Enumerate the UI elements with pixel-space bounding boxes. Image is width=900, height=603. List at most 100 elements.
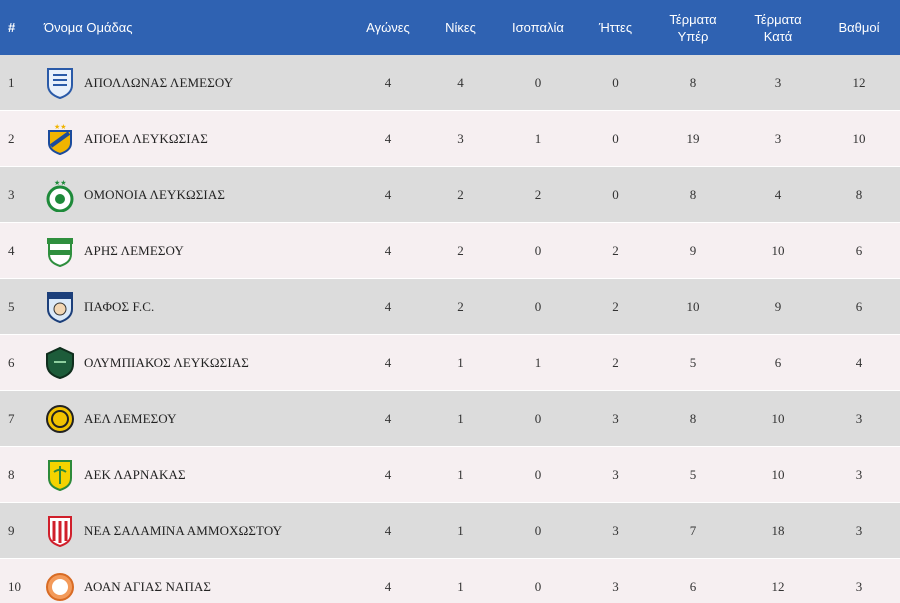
position-cell: 6 <box>0 334 38 391</box>
goals-against-cell: 6 <box>738 334 818 391</box>
table-row[interactable]: 2 ★★ ΑΠΟΕΛ ΛΕΥΚΩΣΙΑΣ 4 3 1 0 19 3 10 <box>0 110 900 167</box>
header-position[interactable]: # <box>0 0 38 55</box>
team-cell[interactable]: ΝΕΑ ΣΑΛΑΜΙΝΑ ΑΜΜΟΧΩΣΤΟΥ <box>38 502 348 559</box>
wins-cell: 1 <box>428 446 493 503</box>
wins-cell: 2 <box>428 278 493 335</box>
team-name[interactable]: ΑΕΚ ΛΑΡΝΑΚΑΣ <box>84 467 186 483</box>
position-cell: 10 <box>0 558 38 603</box>
team-name[interactable]: ΟΜΟΝΟΙΑ ΛΕΥΚΩΣΙΑΣ <box>84 187 225 203</box>
olympiakos-logo-icon <box>44 345 76 381</box>
goals-against-cell: 9 <box>738 278 818 335</box>
draws-cell: 0 <box>493 278 583 335</box>
points-cell: 8 <box>818 166 900 223</box>
goals-for-cell: 8 <box>648 166 738 223</box>
header-goals-against-line2: Κατά <box>763 28 793 44</box>
table-row[interactable]: 7 ΑΕΛ ΛΕΜΕΣΟΥ 4 1 0 3 8 10 3 <box>0 390 900 447</box>
header-played[interactable]: Αγώνες <box>348 0 428 55</box>
team-cell[interactable]: ΟΛΥΜΠΙΑΚΟΣ ΛΕΥΚΩΣΙΑΣ <box>38 334 348 391</box>
goals-against-cell: 4 <box>738 166 818 223</box>
team-name[interactable]: ΑΕΛ ΛΕΜΕΣΟΥ <box>84 411 177 427</box>
position-cell: 2 <box>0 110 38 167</box>
table-row[interactable]: 10 ΑΟΑΝ ΑΓΙΑΣ ΝΑΠΑΣ 4 1 0 3 6 12 3 <box>0 558 900 603</box>
points-cell: 3 <box>818 390 900 447</box>
team-name[interactable]: ΑΡΗΣ ΛΕΜΕΣΟΥ <box>84 243 184 259</box>
header-goals-against-line1: Τέρματα <box>754 11 802 27</box>
draws-cell: 0 <box>493 558 583 603</box>
losses-cell: 0 <box>583 55 648 111</box>
points-cell: 3 <box>818 558 900 603</box>
header-draws[interactable]: Ισοπαλία <box>493 0 583 55</box>
draws-cell: 1 <box>493 334 583 391</box>
position-cell: 4 <box>0 222 38 279</box>
standings-table: # Όνομα Ομάδας Αγώνες Νίκες Ισοπαλία Ήττ… <box>0 0 900 603</box>
points-cell: 3 <box>818 446 900 503</box>
goals-for-cell: 19 <box>648 110 738 167</box>
wins-cell: 2 <box>428 222 493 279</box>
team-name[interactable]: ΑΟΑΝ ΑΓΙΑΣ ΝΑΠΑΣ <box>84 579 211 595</box>
header-team-name[interactable]: Όνομα Ομάδας <box>38 0 348 55</box>
draws-cell: 0 <box>493 222 583 279</box>
header-points[interactable]: Βαθμοί <box>818 0 900 55</box>
goals-for-cell: 7 <box>648 502 738 559</box>
team-name[interactable]: ΝΕΑ ΣΑΛΑΜΙΝΑ ΑΜΜΟΧΩΣΤΟΥ <box>84 523 282 539</box>
table-row[interactable]: 6 ΟΛΥΜΠΙΑΚΟΣ ΛΕΥΚΩΣΙΑΣ 4 1 1 2 5 6 4 <box>0 334 900 391</box>
losses-cell: 2 <box>583 222 648 279</box>
played-cell: 4 <box>348 55 428 111</box>
goals-for-cell: 8 <box>648 55 738 111</box>
team-cell[interactable]: ΑΠΟΛΛΩΝΑΣ ΛΕΜΕΣΟΥ <box>38 55 348 111</box>
position-cell: 7 <box>0 390 38 447</box>
team-cell[interactable]: ΠΑΦΟΣ F.C. <box>38 278 348 335</box>
header-losses[interactable]: Ήττες <box>583 0 648 55</box>
team-cell[interactable]: ★★ ΟΜΟΝΟΙΑ ΛΕΥΚΩΣΙΑΣ <box>38 166 348 223</box>
header-wins[interactable]: Νίκες <box>428 0 493 55</box>
header-goals-for[interactable]: Τέρματα Υπέρ <box>648 0 738 55</box>
draws-cell: 1 <box>493 110 583 167</box>
losses-cell: 0 <box>583 166 648 223</box>
goals-against-cell: 10 <box>738 446 818 503</box>
team-cell[interactable]: ★★ ΑΠΟΕΛ ΛΕΥΚΩΣΙΑΣ <box>38 110 348 167</box>
losses-cell: 3 <box>583 390 648 447</box>
team-cell[interactable]: ΑΕΛ ΛΕΜΕΣΟΥ <box>38 390 348 447</box>
played-cell: 4 <box>348 278 428 335</box>
goals-against-cell: 12 <box>738 558 818 603</box>
header-goals-against[interactable]: Τέρματα Κατά <box>738 0 818 55</box>
team-name[interactable]: ΑΠΟΕΛ ΛΕΥΚΩΣΙΑΣ <box>84 131 208 147</box>
goals-for-cell: 9 <box>648 222 738 279</box>
points-cell: 3 <box>818 502 900 559</box>
table-row[interactable]: 5 ΠΑΦΟΣ F.C. 4 2 0 2 10 9 6 <box>0 278 900 335</box>
played-cell: 4 <box>348 222 428 279</box>
team-cell[interactable]: ΑΕΚ ΛΑΡΝΑΚΑΣ <box>38 446 348 503</box>
draws-cell: 0 <box>493 446 583 503</box>
header-goals-for-line1: Τέρματα <box>669 11 717 27</box>
played-cell: 4 <box>348 166 428 223</box>
team-cell[interactable]: ΑΟΑΝ ΑΓΙΑΣ ΝΑΠΑΣ <box>38 558 348 603</box>
goals-against-cell: 3 <box>738 55 818 111</box>
losses-cell: 3 <box>583 558 648 603</box>
table-row[interactable]: 4 ΑΡΗΣ ΛΕΜΕΣΟΥ 4 2 0 2 9 10 6 <box>0 222 900 279</box>
played-cell: 4 <box>348 334 428 391</box>
team-name[interactable]: ΠΑΦΟΣ F.C. <box>84 299 154 315</box>
draws-cell: 0 <box>493 390 583 447</box>
svg-text:★★: ★★ <box>54 123 67 131</box>
team-name[interactable]: ΑΠΟΛΛΩΝΑΣ ΛΕΜΕΣΟΥ <box>84 75 233 91</box>
team-cell[interactable]: ΑΡΗΣ ΛΕΜΕΣΟΥ <box>38 222 348 279</box>
table-row[interactable]: 1 ΑΠΟΛΛΩΝΑΣ ΛΕΜΕΣΟΥ 4 4 0 0 8 3 12 <box>0 55 900 111</box>
wins-cell: 2 <box>428 166 493 223</box>
table-row[interactable]: 9 ΝΕΑ ΣΑΛΑΜΙΝΑ ΑΜΜΟΧΩΣΤΟΥ 4 1 0 3 7 18 3 <box>0 502 900 559</box>
goals-for-cell: 10 <box>648 278 738 335</box>
wins-cell: 1 <box>428 390 493 447</box>
losses-cell: 0 <box>583 110 648 167</box>
points-cell: 12 <box>818 55 900 111</box>
points-cell: 4 <box>818 334 900 391</box>
position-cell: 8 <box>0 446 38 503</box>
played-cell: 4 <box>348 390 428 447</box>
team-name[interactable]: ΟΛΥΜΠΙΑΚΟΣ ΛΕΥΚΩΣΙΑΣ <box>84 355 249 371</box>
draws-cell: 0 <box>493 502 583 559</box>
points-cell: 6 <box>818 222 900 279</box>
goals-against-cell: 10 <box>738 222 818 279</box>
table-row[interactable]: 8 ΑΕΚ ΛΑΡΝΑΚΑΣ 4 1 0 3 5 10 3 <box>0 446 900 503</box>
table-row[interactable]: 3 ★★ ΟΜΟΝΟΙΑ ΛΕΥΚΩΣΙΑΣ 4 2 2 0 8 4 8 <box>0 166 900 223</box>
apollon-logo-icon <box>44 65 76 101</box>
header-row: # Όνομα Ομάδας Αγώνες Νίκες Ισοπαλία Ήττ… <box>0 0 900 55</box>
aris-logo-icon <box>44 233 76 269</box>
